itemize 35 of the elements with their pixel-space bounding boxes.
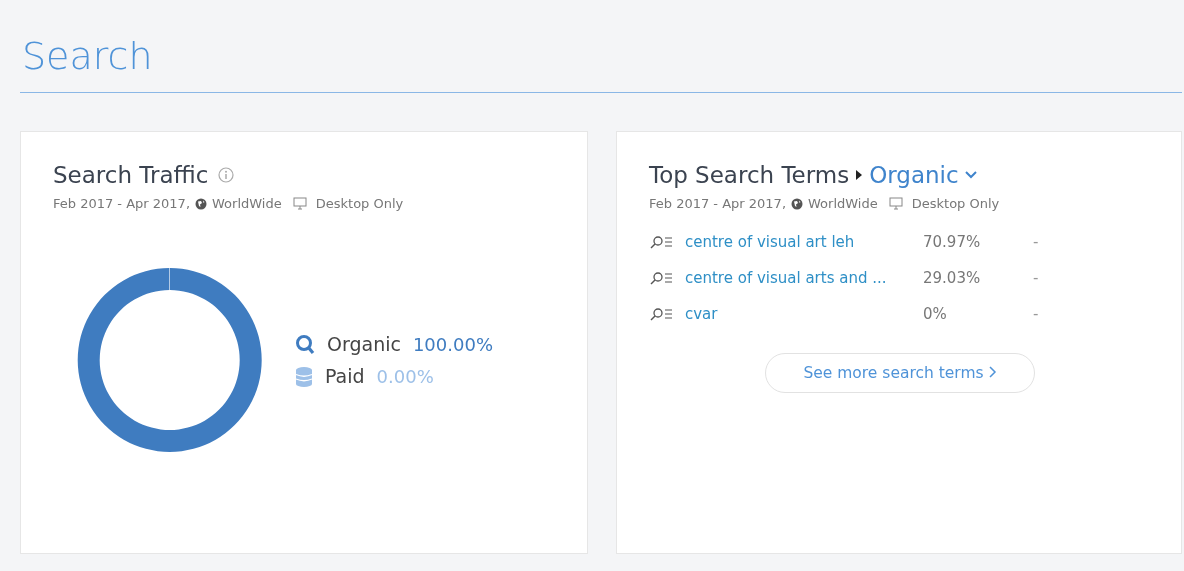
info-icon bbox=[218, 167, 235, 183]
card-title: Top Search Terms bbox=[649, 162, 850, 188]
chevron-icon bbox=[964, 171, 977, 179]
search-list-icon bbox=[649, 307, 673, 321]
search-list-icon bbox=[649, 235, 673, 249]
legend-value: 0.00% bbox=[376, 365, 434, 387]
legend-label: Organic bbox=[327, 333, 401, 355]
chevron-right-icon bbox=[988, 366, 997, 378]
change-value: - bbox=[1033, 269, 1040, 287]
search-term-link[interactable]: centre of visual art leh bbox=[685, 233, 923, 251]
filter-dropdown[interactable]: Organic bbox=[869, 162, 977, 188]
search-term-link[interactable]: cvar bbox=[685, 305, 923, 323]
card-title: Search Traffic bbox=[53, 162, 209, 188]
search-term-link[interactable]: centre of visual arts and ... bbox=[685, 269, 923, 287]
globe-icon bbox=[791, 197, 804, 210]
share-value: 29.03% bbox=[923, 269, 982, 287]
share-value: 0% bbox=[923, 305, 948, 323]
region-label: WorldWide bbox=[212, 196, 282, 211]
page-title: Search bbox=[20, 0, 1182, 93]
legend-value: 100.00% bbox=[412, 333, 493, 355]
date-range: Feb 2017 - Apr 2017, bbox=[53, 196, 191, 211]
see-more-button[interactable]: See more search terms bbox=[765, 353, 1035, 393]
region-label: WorldWide bbox=[808, 196, 878, 211]
legend-label: Paid bbox=[325, 365, 365, 387]
triangle-icon bbox=[855, 169, 864, 181]
share-value: 70.97% bbox=[923, 233, 982, 251]
monitor-icon bbox=[888, 197, 903, 210]
change-value: - bbox=[1033, 233, 1040, 251]
date-range: Feb 2017 - Apr 2017, bbox=[649, 196, 787, 211]
globe-icon bbox=[195, 197, 208, 210]
monitor-icon bbox=[292, 197, 307, 210]
device-label: Desktop Only bbox=[315, 196, 404, 211]
search-list-icon bbox=[649, 271, 673, 285]
change-value: - bbox=[1033, 305, 1040, 323]
device-label: Desktop Only bbox=[911, 196, 1000, 211]
